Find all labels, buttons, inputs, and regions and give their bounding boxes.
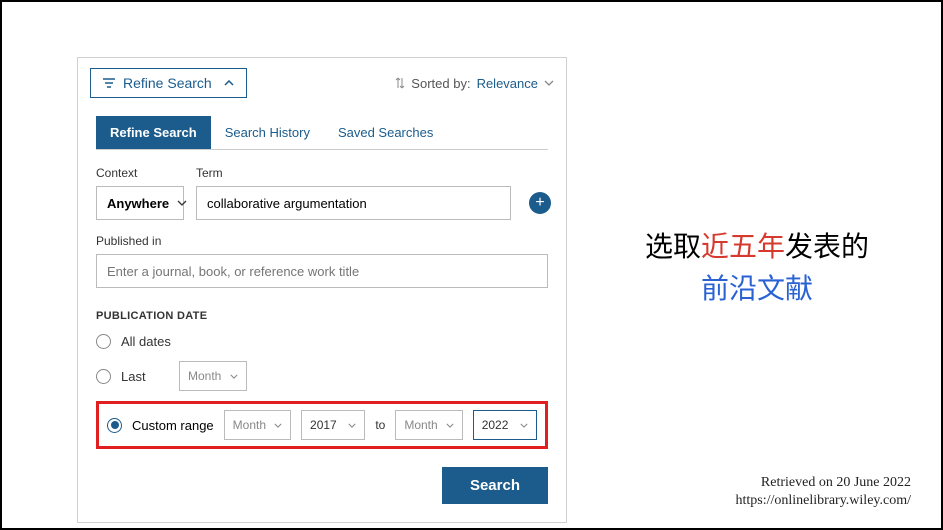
to-month-value: Month: [404, 418, 437, 432]
to-month-select[interactable]: Month: [395, 410, 462, 440]
annotation-text: 选取近五年发表的 前沿文献: [592, 227, 922, 311]
context-value: Anywhere: [107, 196, 169, 211]
term-label: Term: [196, 166, 511, 180]
chevron-down-icon: [177, 200, 187, 206]
custom-range-highlight: Custom range Month 2017 to Month 2022: [96, 401, 548, 449]
chevron-down-icon: [544, 80, 554, 86]
panel-body: Refine Search Search History Saved Searc…: [78, 116, 566, 522]
to-label: to: [375, 418, 385, 432]
last-option[interactable]: Last Month: [96, 361, 548, 391]
tab-saved-searches[interactable]: Saved Searches: [324, 116, 447, 149]
published-in-input[interactable]: [96, 254, 548, 288]
refine-search-label: Refine Search: [123, 75, 212, 91]
last-unit-select[interactable]: Month: [179, 361, 247, 391]
retrieved-date: Retrieved on 20 June 2022: [736, 474, 912, 492]
annotation-1c: 发表的: [785, 232, 869, 263]
add-term-button[interactable]: +: [529, 192, 551, 214]
annotation-line-1: 选取近五年发表的: [592, 227, 922, 269]
refine-search-toggle[interactable]: Refine Search: [90, 68, 247, 98]
sorted-by-label: Sorted by:: [411, 76, 470, 91]
from-year-value: 2017: [310, 418, 337, 432]
context-term-row: Context Anywhere Term +: [96, 166, 548, 220]
tabs: Refine Search Search History Saved Searc…: [96, 116, 548, 150]
plus-icon: +: [535, 194, 544, 212]
published-in-label: Published in: [96, 234, 548, 248]
sort-icon: [395, 77, 405, 89]
annotation-line-2: 前沿文献: [592, 269, 922, 311]
source-url: https://onlinelibrary.wiley.com/: [736, 492, 912, 510]
from-month-value: Month: [233, 418, 266, 432]
last-unit-value: Month: [188, 369, 221, 383]
sort-control[interactable]: Sorted by: Relevance: [395, 76, 554, 91]
context-field: Context Anywhere: [96, 166, 184, 220]
radio-custom-range[interactable]: [107, 418, 122, 433]
panel-header: Refine Search Sorted by: Relevance: [78, 58, 566, 108]
to-year-select[interactable]: 2022: [473, 410, 537, 440]
context-label: Context: [96, 166, 184, 180]
footer-citation: Retrieved on 20 June 2022 https://online…: [736, 474, 912, 510]
to-year-value: 2022: [482, 418, 509, 432]
from-month-select[interactable]: Month: [224, 410, 291, 440]
term-field: Term: [196, 166, 511, 220]
custom-range-label: Custom range: [132, 418, 214, 433]
publication-date-title: PUBLICATION DATE: [96, 310, 548, 322]
last-label: Last: [121, 369, 169, 384]
tab-search-history[interactable]: Search History: [211, 116, 324, 149]
context-select[interactable]: Anywhere: [96, 186, 184, 220]
sorted-by-value: Relevance: [477, 76, 538, 91]
annotation-1b: 近五年: [701, 232, 785, 263]
refine-search-panel: Refine Search Sorted by: Relevance Refin…: [77, 57, 567, 523]
radio-all-dates[interactable]: [96, 334, 111, 349]
term-input[interactable]: [196, 186, 511, 220]
annotation-1a: 选取: [645, 232, 701, 263]
all-dates-label: All dates: [121, 334, 171, 349]
search-button[interactable]: Search: [442, 467, 548, 504]
tab-refine-search[interactable]: Refine Search: [96, 116, 211, 149]
chevron-up-icon: [224, 80, 234, 86]
all-dates-option[interactable]: All dates: [96, 334, 548, 349]
from-year-select[interactable]: 2017: [301, 410, 365, 440]
filter-icon: [103, 78, 115, 88]
radio-last[interactable]: [96, 369, 111, 384]
